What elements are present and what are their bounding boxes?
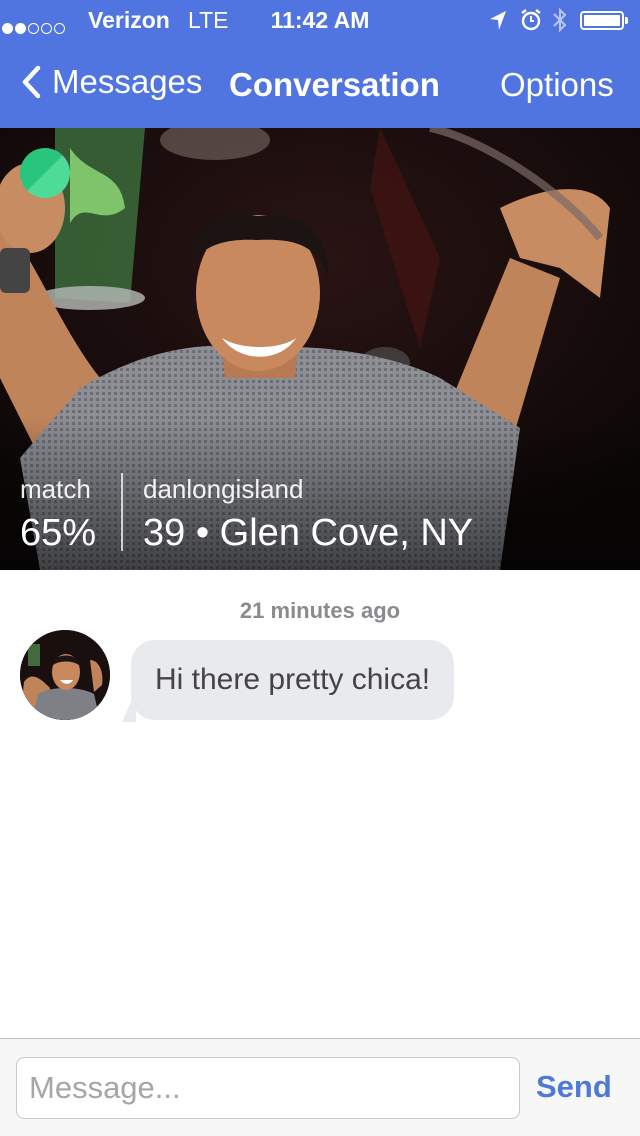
- top-bar: Verizon LTE 11:42 AM Messages Conversati…: [0, 0, 640, 128]
- profile-username: danlongisland: [143, 474, 304, 504]
- back-button-label: Messages: [52, 63, 203, 100]
- profile-age-location: 39 • Glen Cove, NY: [143, 512, 474, 554]
- avatar-image: [20, 630, 110, 720]
- incoming-message-bubble[interactable]: Hi there pretty chica!: [131, 640, 455, 720]
- options-button[interactable]: Options: [500, 66, 614, 104]
- location-arrow-icon: [490, 11, 506, 30]
- navigation-bar: Messages Conversation Options: [0, 40, 640, 128]
- match-label: match: [20, 474, 91, 504]
- alarm-icon: [521, 9, 541, 31]
- message-composer: Send: [0, 1038, 640, 1136]
- profile-photo[interactable]: match 65% danlongisland 39 • Glen Cove, …: [0, 128, 640, 570]
- send-button[interactable]: Send: [536, 1069, 612, 1105]
- page-title: Conversation: [229, 66, 440, 103]
- profile-stats: match 65% danlongisland 39 • Glen Cove, …: [0, 468, 640, 570]
- bluetooth-icon: [553, 7, 567, 33]
- online-status-indicator: [20, 148, 70, 198]
- back-button[interactable]: Messages: [20, 62, 202, 102]
- match-percentage: 65%: [20, 512, 97, 554]
- status-bar: Verizon LTE 11:42 AM: [0, 0, 640, 40]
- message-input[interactable]: [16, 1057, 520, 1119]
- status-time: 11:42 AM: [270, 7, 370, 33]
- message-timestamp: 21 minutes ago: [239, 598, 401, 623]
- avatar[interactable]: [20, 630, 110, 720]
- battery-icon: [580, 11, 628, 30]
- stats-divider: [121, 473, 123, 551]
- chevron-left-icon: [22, 65, 41, 99]
